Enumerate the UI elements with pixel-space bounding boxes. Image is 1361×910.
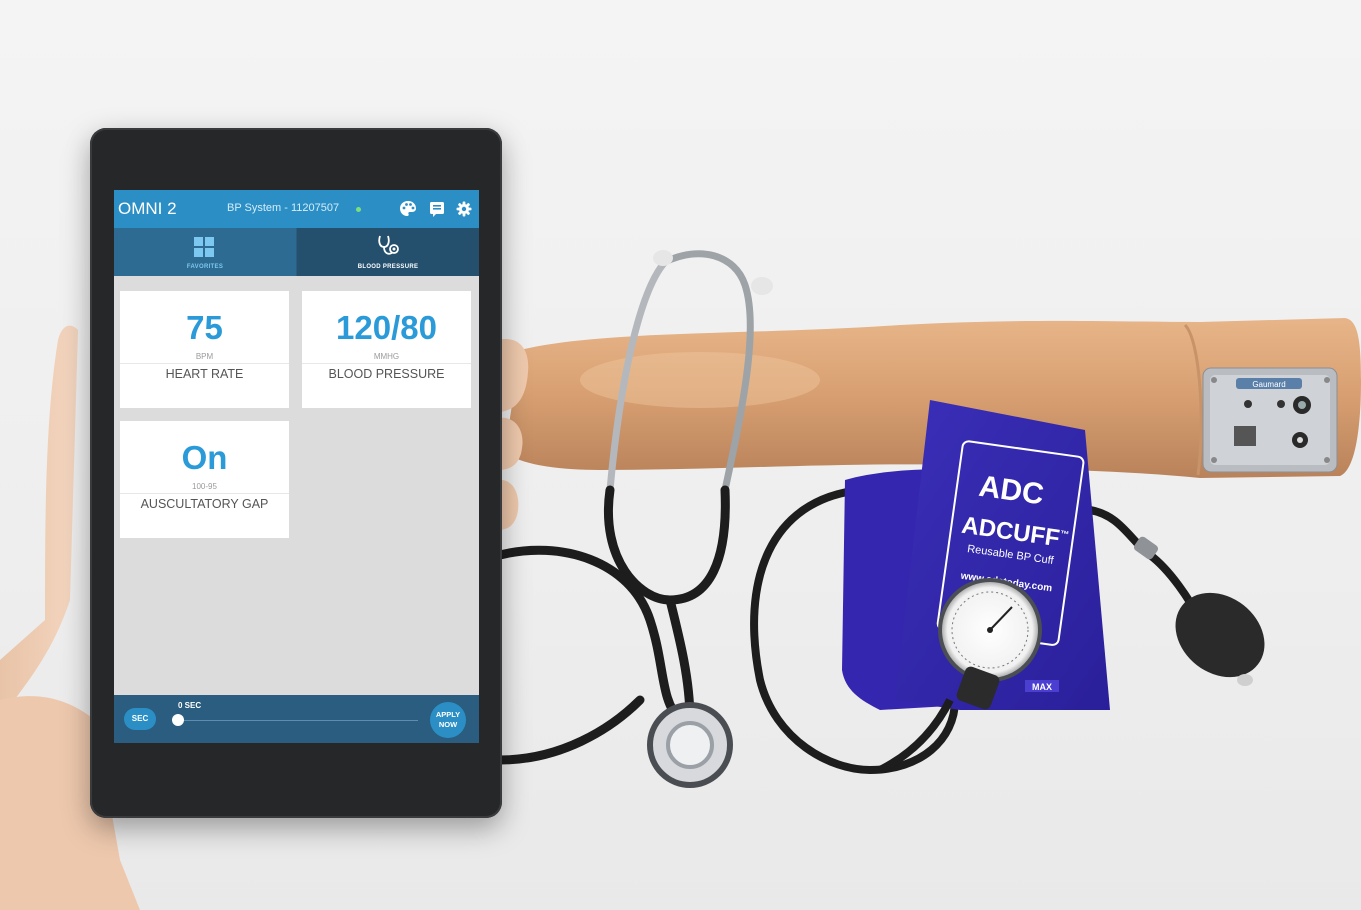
palette-icon[interactable] [398, 199, 418, 219]
tile-divider [302, 363, 471, 364]
svg-text:MAX: MAX [1032, 682, 1052, 692]
tile-name: BLOOD PRESSURE [328, 367, 445, 381]
system-label: BP System - 11207507 [227, 202, 340, 214]
app-brand: OMNI 2 [118, 199, 177, 218]
tile-value: 75 [186, 309, 223, 346]
grid-icon [194, 237, 214, 257]
blood-pressure-tile[interactable]: 120/80 MMHG BLOOD PRESSURE [302, 291, 471, 408]
apply-label-line2: NOW [438, 720, 458, 729]
slider-value-label: 0 SEC [178, 701, 202, 710]
tile-name: AUSCULTATORY GAP [140, 497, 269, 511]
transition-bar: SEC 0 SEC APPLY NOW [114, 695, 479, 743]
tile-divider [120, 363, 289, 364]
duration-slider-handle[interactable] [172, 714, 184, 726]
duration-slider-track[interactable] [178, 720, 418, 721]
tab-favorites[interactable]: FAVORITES [114, 228, 296, 276]
tab-label: FAVORITES [186, 264, 224, 270]
tile-divider [120, 493, 289, 494]
auscultatory-gap-tile[interactable]: On 100-95 AUSCULTATORY GAP [120, 421, 289, 538]
tile-name: HEART RATE [165, 367, 244, 381]
tab-label: BLOOD PRESSURE [357, 264, 419, 270]
apply-label-line1: APPLY [435, 710, 461, 719]
connection-status-dot [356, 207, 361, 212]
module-brand: Gaumard [1252, 380, 1285, 389]
tile-unit: 100-95 [192, 482, 217, 491]
stethoscope-icon [378, 235, 399, 255]
tile-value: 120/80 [336, 309, 437, 346]
sec-button[interactable]: SEC [124, 708, 156, 730]
apply-now-button[interactable]: APPLY NOW [430, 702, 466, 738]
tablet: OMNI 2 BP System - 11207507 FAVORITES BL… [90, 128, 502, 818]
app-header: OMNI 2 BP System - 11207507 [114, 190, 479, 228]
heart-rate-tile[interactable]: 75 BPM HEART RATE [120, 291, 289, 408]
tile-unit: BPM [195, 352, 214, 361]
tile-unit: MMHG [373, 352, 400, 361]
tablet-screen: OMNI 2 BP System - 11207507 FAVORITES BL… [114, 190, 479, 743]
tab-blood-pressure[interactable]: BLOOD PRESSURE [297, 228, 479, 276]
settings-icon[interactable] [454, 199, 474, 219]
tile-value: On [181, 439, 228, 476]
stethoscope [495, 250, 773, 788]
notes-icon[interactable] [427, 199, 447, 219]
tab-bar: FAVORITES BLOOD PRESSURE [114, 228, 479, 276]
